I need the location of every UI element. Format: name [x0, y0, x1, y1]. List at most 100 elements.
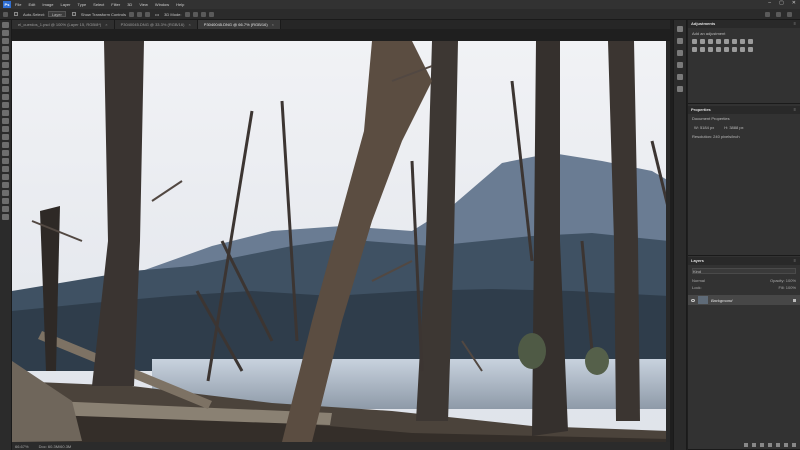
menu-image[interactable]: Image: [42, 2, 53, 7]
menu-layer[interactable]: Layer: [60, 2, 70, 7]
threshold-icon[interactable]: [732, 47, 737, 52]
blur-tool-icon[interactable]: [2, 126, 9, 132]
menu-edit[interactable]: Edit: [28, 2, 35, 7]
menu-filter[interactable]: Filter: [111, 2, 120, 7]
layer-kind-filter[interactable]: Kind: [692, 268, 796, 274]
width-value[interactable]: 5184 px: [700, 125, 714, 130]
doc-size[interactable]: Doc: 60.3M/60.3M: [39, 444, 72, 449]
paragraph-icon[interactable]: [677, 86, 683, 92]
navigator-icon[interactable]: [677, 50, 683, 56]
marquee-tool-icon[interactable]: [2, 30, 9, 36]
panel-menu-icon[interactable]: ≡: [794, 106, 796, 114]
healing-brush-tool-icon[interactable]: [2, 78, 9, 84]
color-balance-icon[interactable]: [740, 39, 745, 44]
share-icon[interactable]: [787, 12, 792, 17]
close-icon[interactable]: ✕: [792, 0, 796, 6]
invert-icon[interactable]: [716, 47, 721, 52]
menu-type[interactable]: Type: [78, 2, 87, 7]
layers-panel-header[interactable]: Layers ≡: [688, 257, 800, 265]
menu-3d[interactable]: 3D: [127, 2, 132, 7]
menu-select[interactable]: Select: [93, 2, 104, 7]
info-icon[interactable]: [677, 26, 683, 32]
new-group-icon[interactable]: [776, 443, 780, 447]
opacity-field[interactable]: Opacity: 100%: [770, 278, 796, 283]
show-transform-checkbox[interactable]: [71, 12, 76, 16]
new-layer-icon[interactable]: [784, 443, 788, 447]
crop-tool-icon[interactable]: [2, 54, 9, 60]
screen-mode-icon[interactable]: [2, 214, 9, 220]
close-tab-icon[interactable]: ×: [272, 22, 274, 27]
fill-field[interactable]: Fill: 100%: [778, 285, 796, 290]
workspace-icon[interactable]: [776, 12, 781, 17]
quick-mask-icon[interactable]: [2, 206, 9, 212]
link-layers-icon[interactable]: [744, 443, 748, 447]
3d-slide-icon[interactable]: [208, 11, 214, 17]
align-left-icon[interactable]: [128, 11, 134, 17]
maximize-icon[interactable]: ▢: [779, 0, 784, 6]
layer-style-icon[interactable]: [752, 443, 756, 447]
height-value[interactable]: 3888 px: [729, 125, 743, 130]
clone-stamp-tool-icon[interactable]: [2, 94, 9, 100]
channel-mixer-icon[interactable]: [700, 47, 705, 52]
minimize-icon[interactable]: –: [768, 0, 771, 6]
photoshop-logo[interactable]: Ps: [3, 1, 11, 8]
black-white-icon[interactable]: [748, 39, 753, 44]
adjustment-layer-icon[interactable]: [768, 443, 772, 447]
visibility-eye-icon[interactable]: [691, 298, 695, 302]
layer-thumbnail[interactable]: [698, 296, 708, 304]
layer-row[interactable]: Background: [688, 295, 800, 305]
gradient-map-icon[interactable]: [740, 47, 745, 52]
eyedropper-tool-icon[interactable]: [2, 70, 9, 76]
type-tool-icon[interactable]: [2, 150, 9, 156]
history-brush-tool-icon[interactable]: [2, 102, 9, 108]
history-icon[interactable]: [677, 62, 683, 68]
eraser-tool-icon[interactable]: [2, 110, 9, 116]
more-options-button[interactable]: •••: [155, 12, 159, 17]
zoom-tool-icon[interactable]: [2, 182, 9, 188]
dodge-tool-icon[interactable]: [2, 134, 9, 140]
photo-filter-icon[interactable]: [692, 47, 697, 52]
brush-tool-icon[interactable]: [2, 86, 9, 92]
gradient-tool-icon[interactable]: [2, 118, 9, 124]
quick-select-tool-icon[interactable]: [2, 46, 9, 52]
auto-select-target-dropdown[interactable]: Layer: [47, 11, 66, 17]
hand-tool-icon[interactable]: [2, 174, 9, 180]
hue-saturation-icon[interactable]: [732, 39, 737, 44]
blend-mode-dropdown[interactable]: Normal: [692, 278, 705, 283]
brush-settings-icon[interactable]: [677, 38, 683, 44]
trash-icon[interactable]: [792, 443, 796, 447]
3d-roll-icon[interactable]: [192, 11, 198, 17]
zoom-level[interactable]: 66.67%: [15, 444, 29, 449]
search-icon[interactable]: [765, 12, 770, 17]
exposure-icon[interactable]: [716, 39, 721, 44]
move-tool-icon[interactable]: [2, 22, 9, 28]
align-center-icon[interactable]: [136, 11, 142, 17]
levels-icon[interactable]: [700, 39, 705, 44]
auto-select-checkbox[interactable]: [14, 12, 18, 16]
posterize-icon[interactable]: [724, 47, 729, 52]
menu-help[interactable]: Help: [176, 2, 184, 7]
vibrance-icon[interactable]: [724, 39, 729, 44]
vertical-scrollbar[interactable]: [666, 41, 670, 442]
3d-drag-icon[interactable]: [200, 11, 206, 17]
lasso-tool-icon[interactable]: [2, 38, 9, 44]
curves-icon[interactable]: [708, 39, 713, 44]
document-tab[interactable]: el_cuerdos_1.psd @ 100% (Layer 15, RGB/8…: [12, 20, 115, 29]
more-tools-icon[interactable]: [2, 190, 9, 196]
panel-menu-icon[interactable]: ≡: [794, 257, 796, 265]
3d-rotate-icon[interactable]: [184, 11, 190, 17]
selective-color-icon[interactable]: [748, 47, 753, 52]
canvas-area[interactable]: [12, 29, 670, 442]
document-image[interactable]: [12, 41, 669, 442]
actions-icon[interactable]: [677, 74, 683, 80]
align-right-icon[interactable]: [144, 11, 150, 17]
document-tab-active[interactable]: P3040045.DNG @ 66.7% (RGB/16) ×: [197, 20, 281, 29]
path-select-tool-icon[interactable]: [2, 158, 9, 164]
close-tab-icon[interactable]: ×: [105, 22, 107, 27]
menu-window[interactable]: Window: [155, 2, 169, 7]
pen-tool-icon[interactable]: [2, 142, 9, 148]
color-lookup-icon[interactable]: [708, 47, 713, 52]
color-swatch-icon[interactable]: [2, 198, 9, 204]
layer-name[interactable]: Background: [711, 298, 732, 303]
add-mask-icon[interactable]: [760, 443, 764, 447]
